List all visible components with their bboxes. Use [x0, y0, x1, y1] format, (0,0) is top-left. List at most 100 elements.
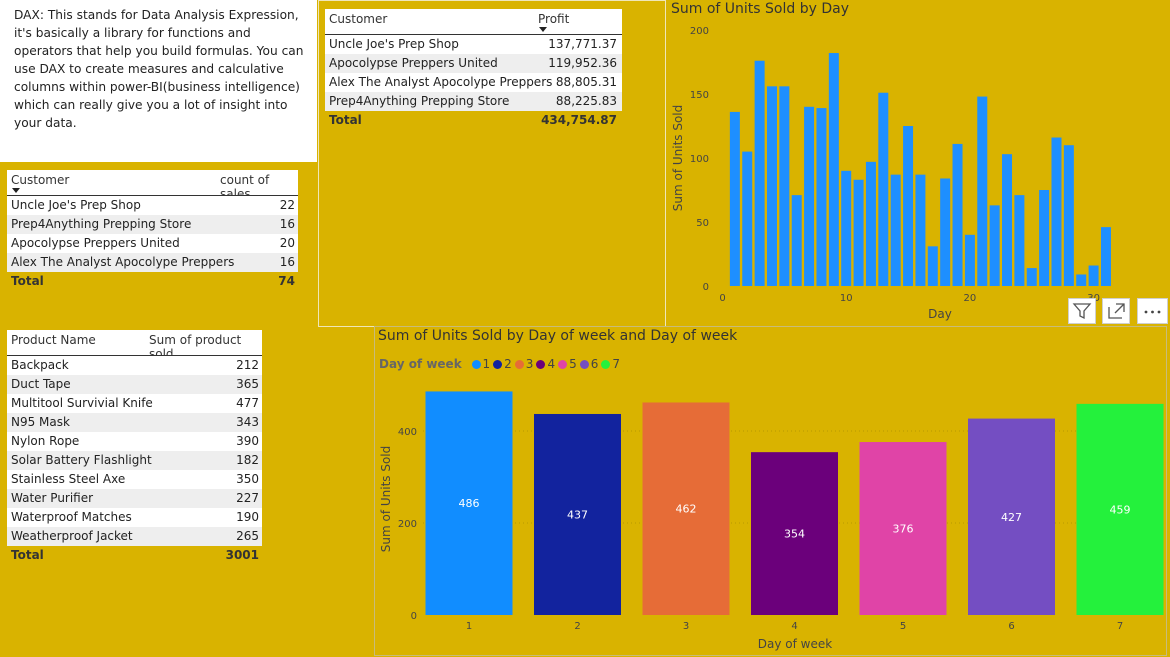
- units-by-day-plot: 0501001502000102030DaySum of Units Sold: [671, 26, 1111, 321]
- table-row[interactable]: Uncle Joe's Prep Shop 22: [7, 196, 298, 215]
- focus-mode-icon: [1108, 303, 1125, 319]
- day-bar[interactable]: [952, 143, 963, 286]
- day-bar[interactable]: [841, 170, 852, 286]
- more-options-button[interactable]: [1137, 298, 1168, 324]
- day-bar[interactable]: [915, 174, 926, 286]
- column-header-profit[interactable]: Profit: [538, 12, 569, 26]
- day-bar[interactable]: [1026, 268, 1037, 286]
- day-bar[interactable]: [754, 60, 765, 286]
- row-label: Uncle Joe's Prep Shop: [11, 198, 141, 212]
- focus-mode-button[interactable]: [1102, 298, 1130, 324]
- day-bar[interactable]: [989, 205, 1000, 286]
- x-axis-title: Day: [928, 307, 952, 321]
- row-label: Solar Battery Flashlight: [11, 453, 152, 467]
- day-bar[interactable]: [1088, 265, 1099, 286]
- day-bar[interactable]: [890, 174, 901, 286]
- x-tick-label: 0: [719, 293, 725, 304]
- count-of-sales-table[interactable]: Customer count of sales Uncle Joe's Prep…: [7, 170, 298, 295]
- y-tick-label: 200: [690, 26, 709, 37]
- profit-table[interactable]: Customer Profit Uncle Joe's Prep Shop 137…: [325, 9, 622, 133]
- table-row[interactable]: Stainless Steel Axe 350: [7, 470, 262, 489]
- table-row[interactable]: Alex The Analyst Apocolype Preppers 16: [7, 253, 298, 272]
- row-label: Weatherproof Jacket: [11, 529, 133, 543]
- day-bar[interactable]: [903, 126, 914, 286]
- table-row[interactable]: Solar Battery Flashlight 182: [7, 451, 262, 470]
- day-bar[interactable]: [742, 151, 753, 286]
- table-row[interactable]: Weatherproof Jacket 265: [7, 527, 262, 546]
- day-bar[interactable]: [1014, 195, 1025, 286]
- filter-button[interactable]: [1068, 298, 1096, 324]
- table-row[interactable]: Uncle Joe's Prep Shop 137,771.37: [325, 35, 622, 54]
- day-bar[interactable]: [791, 195, 802, 286]
- day-bar[interactable]: [927, 246, 938, 286]
- day-bar[interactable]: [1002, 154, 1013, 286]
- row-value: 119,952.36: [548, 56, 617, 70]
- y-tick-label: 50: [696, 218, 709, 229]
- day-bar[interactable]: [1039, 190, 1050, 286]
- row-label: Backpack: [11, 358, 69, 372]
- day-bar[interactable]: [878, 92, 889, 286]
- table-row[interactable]: Nylon Rope 390: [7, 432, 262, 451]
- x-tick-label: 2: [574, 621, 580, 632]
- table-header: Customer Profit: [325, 9, 622, 35]
- day-bar[interactable]: [816, 108, 827, 286]
- day-bar[interactable]: [1051, 137, 1062, 286]
- row-value: 137,771.37: [548, 37, 617, 51]
- total-label: Total: [11, 274, 44, 288]
- day-bar[interactable]: [853, 179, 864, 286]
- row-value: 16: [279, 255, 295, 269]
- day-bar[interactable]: [977, 96, 988, 286]
- column-header-customer[interactable]: Customer: [11, 173, 69, 187]
- day-bar[interactable]: [940, 178, 951, 286]
- table-row[interactable]: Alex The Analyst Apocolype Preppers 88,80…: [325, 73, 622, 92]
- total-label: Total: [329, 113, 362, 127]
- row-label: Nylon Rope: [11, 434, 80, 448]
- data-label: 459: [1110, 503, 1131, 516]
- table-row[interactable]: N95 Mask 343: [7, 413, 262, 432]
- table-row[interactable]: Waterproof Matches 190: [7, 508, 262, 527]
- row-value: 22: [279, 198, 295, 212]
- row-value: 265: [236, 529, 259, 543]
- x-axis-title: Day of week: [758, 637, 832, 651]
- day-bar[interactable]: [766, 86, 777, 286]
- table-row[interactable]: Water Purifier 227: [7, 489, 262, 508]
- row-label: Prep4Anything Prepping Store: [329, 94, 510, 108]
- day-bar[interactable]: [964, 234, 975, 286]
- table-row[interactable]: Prep4Anything Prepping Store 16: [7, 215, 298, 234]
- column-header-product-name[interactable]: Product Name: [11, 333, 96, 347]
- data-label: 427: [1001, 511, 1022, 524]
- day-bar[interactable]: [865, 161, 876, 286]
- table-row[interactable]: Apocolypse Preppers United 20: [7, 234, 298, 253]
- day-bar[interactable]: [779, 86, 790, 286]
- row-label: Water Purifier: [11, 491, 94, 505]
- day-bar[interactable]: [729, 111, 740, 286]
- row-value: 212: [236, 358, 259, 372]
- row-value: 20: [279, 236, 295, 250]
- sort-descending-icon[interactable]: [12, 188, 20, 193]
- day-bar[interactable]: [1076, 274, 1087, 286]
- total-label: Total: [11, 548, 44, 562]
- day-bar[interactable]: [804, 106, 815, 286]
- product-sold-table[interactable]: Product Name Sum of product sold Backpac…: [7, 330, 262, 568]
- x-tick-label: 6: [1008, 621, 1014, 632]
- row-label: Stainless Steel Axe: [11, 472, 126, 486]
- table-total-row: Total 74: [7, 272, 298, 291]
- day-bar[interactable]: [1063, 145, 1074, 286]
- y-tick-label: 100: [690, 154, 709, 165]
- day-bar[interactable]: [1100, 227, 1111, 286]
- table-row[interactable]: Backpack 212: [7, 356, 262, 375]
- sort-descending-icon[interactable]: [539, 27, 547, 32]
- table-row[interactable]: Multitool Survivial Knife 477: [7, 394, 262, 413]
- table-row[interactable]: Prep4Anything Prepping Store 88,225.83: [325, 92, 622, 111]
- column-header-customer[interactable]: Customer: [329, 12, 387, 26]
- day-bar[interactable]: [828, 53, 839, 286]
- table-header: Customer count of sales: [7, 170, 298, 201]
- data-label: 376: [893, 523, 914, 536]
- table-row[interactable]: Duct Tape 365: [7, 375, 262, 394]
- table-row[interactable]: Apocolypse Preppers United 119,952.36: [325, 54, 622, 73]
- units-by-day-of-week-chart[interactable]: Sum of Units Sold by Day of week and Day…: [374, 326, 1167, 656]
- row-label: Waterproof Matches: [11, 510, 132, 524]
- y-tick-label: 400: [398, 427, 417, 438]
- units-by-day-chart[interactable]: Sum of Units Sold by Day 0 50 100 150 200 0 10…: [668, 0, 1170, 326]
- y-axis-title: Sum of Units Sold: [379, 446, 393, 553]
